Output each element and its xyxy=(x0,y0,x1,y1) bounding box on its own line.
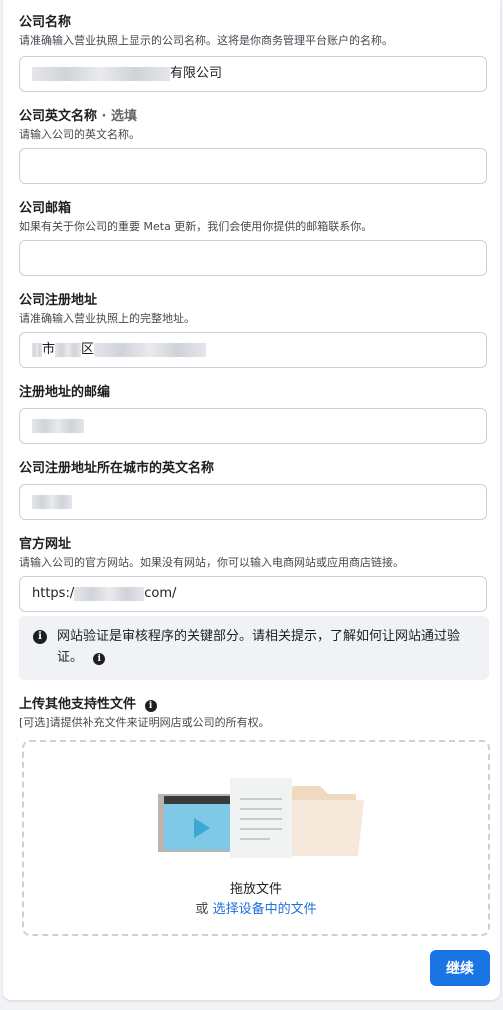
website-section: 官方网址 请输入公司的官方网站。如果没有网站，你可以输入电商网站或应用商店链接。 xyxy=(19,536,489,570)
company-name-value-suffix: 有限公司 xyxy=(170,66,223,81)
info-tooltip-icon[interactable]: i xyxy=(93,653,106,665)
upload-label: 上传其他支持性文件 xyxy=(19,697,137,712)
city-english-name-label: 公司注册地址所在城市的英文名称 xyxy=(19,461,215,476)
upload-info-icon[interactable]: i xyxy=(144,700,157,712)
registered-address-label: 公司注册地址 xyxy=(19,293,98,308)
choose-file-link[interactable]: 选择设备中的文件 xyxy=(213,902,317,917)
website-input[interactable]: https:/com/ xyxy=(19,576,487,612)
redacted-text xyxy=(32,418,84,433)
company-name-label: 公司名称 xyxy=(19,15,72,30)
upload-hint: [可选]请提供补充文件来证明网店或公司的所有权。 xyxy=(19,716,270,729)
city-english-name-input[interactable] xyxy=(19,484,487,520)
company-email-label: 公司邮箱 xyxy=(19,201,72,216)
company-name-input[interactable]: 有限公司 xyxy=(19,56,487,92)
city-english-name-section: 公司注册地址所在城市的英文名称 xyxy=(19,460,489,477)
website-hint: 请输入公司的官方网站。如果没有网站，你可以输入电商网站或应用商店链接。 xyxy=(19,556,404,569)
website-label: 官方网址 xyxy=(19,537,72,552)
file-dropzone[interactable]: 拖放文件 或 选择设备中的文件 xyxy=(22,740,490,936)
upload-section: 上传其他支持性文件 i [可选]请提供补充文件来证明网店或公司的所有权。 xyxy=(19,696,489,730)
registered-address-hint: 请准确输入营业执照上的完整地址。 xyxy=(19,312,195,325)
company-email-input[interactable] xyxy=(19,240,487,276)
company-name-section: 公司名称 请准确输入营业执照上显示的公司名称。这将是你商务管理平台账户的名称。 xyxy=(19,14,489,48)
drop-files-title: 拖放文件 xyxy=(229,882,282,897)
business-info-form: 公司名称 请准确输入营业执照上显示的公司名称。这将是你商务管理平台账户的名称。 … xyxy=(3,0,500,1000)
info-icon: i xyxy=(33,630,47,644)
postal-code-label: 注册地址的邮编 xyxy=(19,385,111,400)
registered-address-input[interactable]: 市区 xyxy=(19,332,487,368)
website-verification-notice: i 网站验证是审核程序的关键部分。请相关提示，了解如何让网站通过验证。 i xyxy=(19,616,489,680)
redacted-text xyxy=(74,586,145,601)
company-english-name-section: 公司英文名称 · 选填 请输入公司的英文名称。 xyxy=(19,108,489,142)
company-english-name-hint: 请输入公司的英文名称。 xyxy=(19,128,140,141)
company-email-section: 公司邮箱 如果有关于你公司的重要 Meta 更新，我们会使用你提供的邮箱联系你。 xyxy=(19,200,489,234)
postal-code-section: 注册地址的邮编 xyxy=(19,384,489,401)
notice-text: 网站验证是审核程序的关键部分。请相关提示，了解如何让网站通过验证。 xyxy=(57,629,461,665)
company-english-name-input[interactable] xyxy=(19,148,487,184)
redacted-text xyxy=(32,66,170,81)
postal-code-input[interactable] xyxy=(19,408,487,444)
redacted-text xyxy=(32,494,72,509)
registered-address-section: 公司注册地址 请准确输入营业执照上的完整地址。 xyxy=(19,292,489,326)
continue-button[interactable]: 继续 xyxy=(430,950,490,986)
files-illustration-icon xyxy=(158,778,364,858)
company-english-name-label: 公司英文名称 xyxy=(19,109,98,124)
optional-tag: · 选填 xyxy=(97,109,138,124)
company-name-hint: 请准确输入营业执照上显示的公司名称。这将是你商务管理平台账户的名称。 xyxy=(19,34,393,47)
company-email-hint: 如果有关于你公司的重要 Meta 更新，我们会使用你提供的邮箱联系你。 xyxy=(19,220,373,233)
